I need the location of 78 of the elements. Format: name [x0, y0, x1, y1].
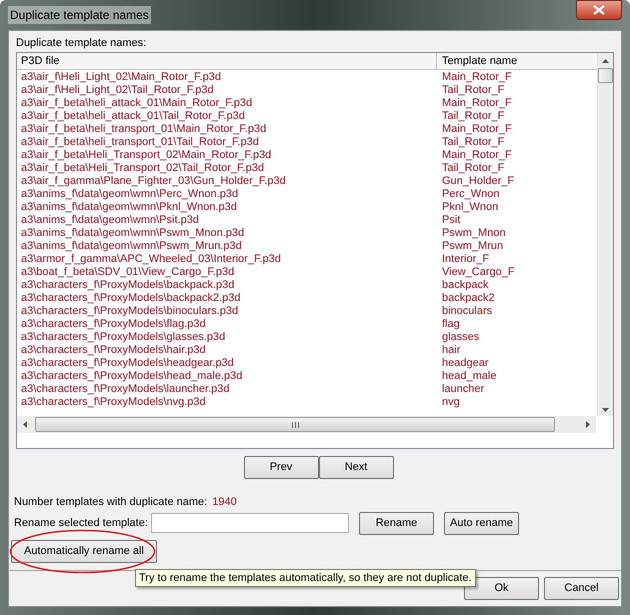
rename-button[interactable]: Auto rename	[444, 512, 519, 534]
file-cell[interactable]: a3\characters_f\ProxyModels\headgear.p3d	[17, 357, 437, 370]
scroll-left-icon	[23, 421, 27, 428]
template-cell[interactable]: Tail_Rotor_F	[437, 84, 597, 97]
dialog-button[interactable]: Cancel	[544, 577, 619, 600]
template-cell[interactable]: Tail_Rotor_F	[437, 110, 597, 123]
grip-icon	[292, 422, 298, 428]
file-cell[interactable]: a3\air_f_beta\Heli_Transport_02\Main_Rotor_F.p3d	[17, 149, 437, 162]
file-cell[interactable]: a3\characters_f\ProxyModels\hair.p3d	[17, 344, 437, 357]
file-cell[interactable]: a3\anims_f\data\geom\wmn\Pswm_Mrun.p3d	[17, 240, 437, 253]
pager-button[interactable]: Prev	[244, 456, 318, 479]
file-cell[interactable]: a3\anims_f\data\geom\wmn\Perc_Wnon.p3d	[17, 188, 437, 201]
tooltip: Try to rename the templates automatically, so they are not duplicate.	[135, 569, 476, 587]
template-cell[interactable]: Pswm_Mnon	[437, 227, 597, 240]
file-cell[interactable]: a3\air_f_beta\heli_transport_01\Tail_Rotor_F.p3d	[17, 136, 437, 149]
template-cell[interactable]: Main_Rotor_F	[437, 123, 597, 136]
file-cell[interactable]: a3\anims_f\data\geom\wmn\Pknl_Wnon.p3d	[17, 201, 437, 214]
template-cell[interactable]: binoculars	[437, 305, 597, 318]
close-button[interactable]	[576, 0, 622, 20]
template-cell[interactable]: head_male	[437, 370, 597, 383]
file-cell[interactable]: a3\air_f_gamma\Plane_Fighter_03\Gun_Holder_F.p3d	[17, 175, 437, 188]
close-icon	[593, 5, 605, 15]
file-cell[interactable]: a3\characters_f\ProxyModels\glasses.p3d	[17, 331, 437, 344]
file-cell[interactable]: a3\anims_f\data\geom\wmn\Pswm_Mnon.p3d	[17, 227, 437, 240]
file-cell[interactable]: a3\characters_f\ProxyModels\launcher.p3d	[17, 383, 437, 396]
file-cell[interactable]: a3\air_f\Heli_Light_02\Main_Rotor_F.p3d	[17, 71, 437, 84]
template-cell[interactable]: Pknl_Wnon	[437, 201, 597, 214]
template-cell[interactable]: flag	[437, 318, 597, 331]
column-header[interactable]: P3D file	[17, 53, 437, 70]
vertical-scrollbar[interactable]	[597, 53, 613, 416]
template-cell[interactable]: Interior_F	[437, 253, 597, 266]
scroll-down-icon	[602, 408, 609, 412]
file-cell[interactable]: a3\boat_f_beta\SDV_01\View_Cargo_F.p3d	[17, 266, 437, 279]
file-cell[interactable]: a3\air_f\Heli_Light_02\Tail_Rotor_F.p3d	[17, 84, 437, 97]
template-cell[interactable]: Tail_Rotor_F	[437, 136, 597, 149]
file-cell[interactable]: a3\armor_f_gamma\APC_Wheeled_03\Interior_F.p3d	[17, 253, 437, 266]
file-cell[interactable]: a3\air_f_beta\heli_transport_01\Main_Rotor_F.p3d	[17, 123, 437, 136]
count-label: Number templates with duplicate name:	[14, 495, 208, 509]
scroll-thumb[interactable]	[598, 68, 613, 83]
template-cell[interactable]: Pswm_Mrun	[437, 240, 597, 253]
file-cell[interactable]: a3\characters_f\ProxyModels\backpack2.p3d	[17, 292, 437, 305]
file-cell[interactable]: a3\characters_f\ProxyModels\nvg.p3d	[17, 396, 437, 409]
column-header[interactable]: Template name	[437, 53, 597, 70]
file-cell[interactable]: a3\anims_f\data\geom\wmn\Psit.p3d	[17, 214, 437, 227]
template-cell[interactable]: glasses	[437, 331, 597, 344]
template-cell[interactable]: nvg	[437, 396, 597, 409]
template-cell[interactable]: Psit	[437, 214, 597, 227]
template-cell[interactable]: launcher	[437, 383, 597, 396]
file-cell[interactable]: a3\characters_f\ProxyModels\flag.p3d	[17, 318, 437, 331]
file-cell[interactable]: a3\air_f_beta\heli_attack_01\Tail_Rotor_F.p3d	[17, 110, 437, 123]
scroll-up-icon	[602, 59, 609, 63]
scroll-thumb[interactable]	[35, 417, 555, 432]
template-cell[interactable]: backpack2	[437, 292, 597, 305]
horizontal-scrollbar[interactable]	[17, 416, 596, 433]
file-cell[interactable]: a3\air_f_beta\heli_attack_01\Main_Rotor_F.p3d	[17, 97, 437, 110]
rename-button[interactable]: Rename	[359, 512, 434, 534]
scroll-right-icon	[586, 421, 590, 428]
template-cell[interactable]: Gun_Holder_F	[437, 175, 597, 188]
template-cell[interactable]: Perc_Wnon	[437, 188, 597, 201]
file-cell[interactable]: a3\characters_f\ProxyModels\backpack.p3d	[17, 279, 437, 292]
file-cell[interactable]: a3\characters_f\ProxyModels\binoculars.p3d	[17, 305, 437, 318]
rename-all-button[interactable]: Automatically rename all	[11, 540, 157, 563]
pager-button[interactable]: Next	[318, 456, 394, 479]
file-cell[interactable]: a3\characters_f\ProxyModels\head_male.p3d	[17, 370, 437, 383]
template-cell[interactable]: Main_Rotor_F	[437, 71, 597, 84]
count-value: 1940	[212, 495, 237, 509]
list-label: Duplicate template names:	[16, 36, 146, 50]
rename-label: Rename selected template:	[14, 516, 149, 531]
rename-field[interactable]	[151, 513, 349, 533]
template-cell[interactable]: View_Cargo_F	[437, 266, 597, 279]
template-cell[interactable]: Main_Rotor_F	[437, 149, 597, 162]
template-cell[interactable]: backpack	[437, 279, 597, 292]
file-cell[interactable]: a3\air_f_beta\Heli_Transport_02\Tail_Rotor_F.p3d	[17, 162, 437, 175]
template-cell[interactable]: Main_Rotor_F	[437, 97, 597, 110]
template-cell[interactable]: headgear	[437, 357, 597, 370]
template-cell[interactable]: Tail_Rotor_F	[437, 162, 597, 175]
template-cell[interactable]: hair	[437, 344, 597, 357]
window-title: Duplicate template names	[8, 6, 151, 24]
